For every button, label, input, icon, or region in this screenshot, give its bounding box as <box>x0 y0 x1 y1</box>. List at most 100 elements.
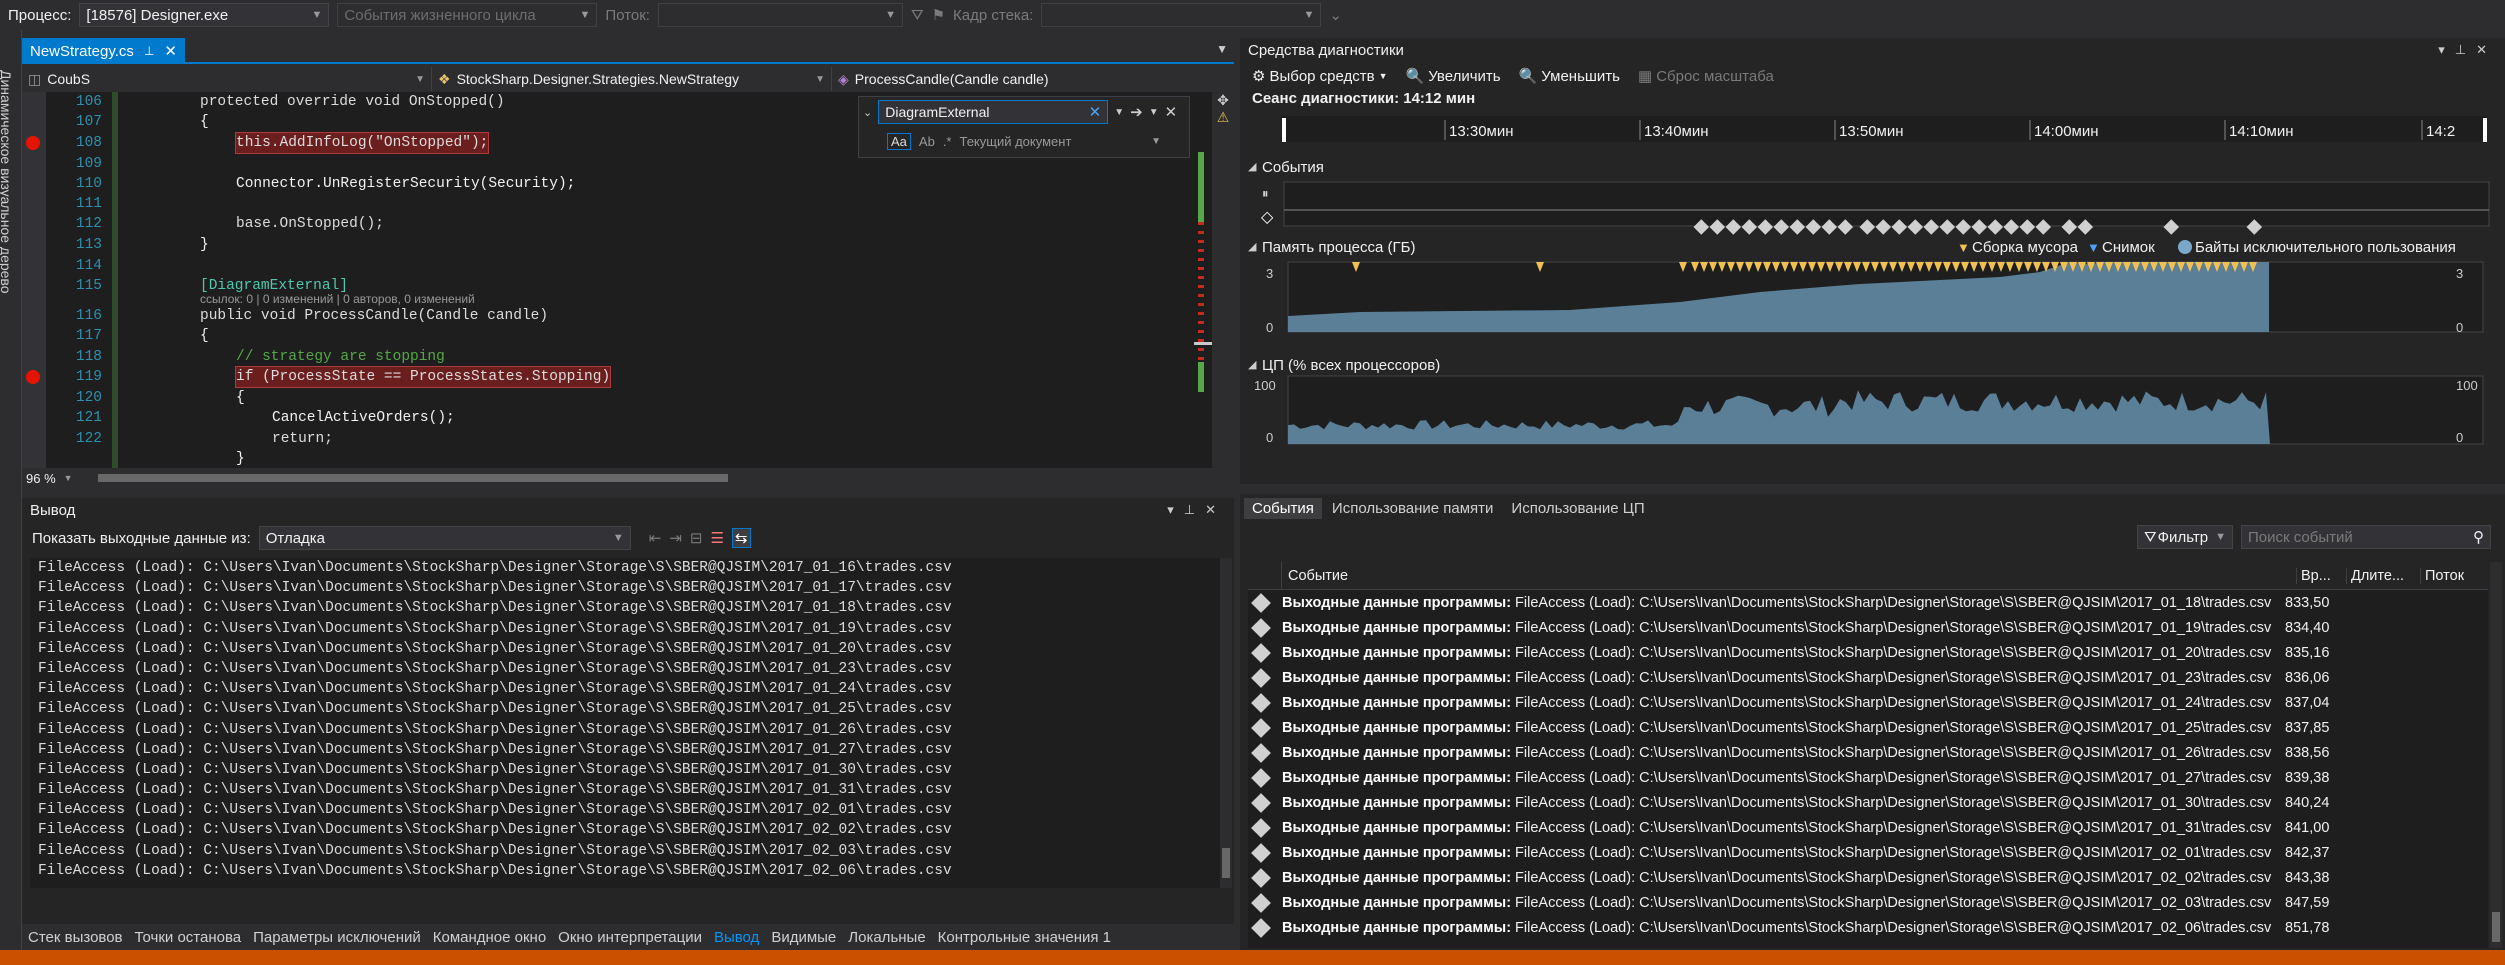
bottom-tab[interactable]: Локальные <box>842 929 931 946</box>
event-row[interactable]: Выходные данные программы: FileAccess (Lo… <box>1248 915 2488 940</box>
warning-icon[interactable]: ⚠ <box>1212 109 1234 126</box>
event-row[interactable]: Выходные данные программы: FileAccess (Lo… <box>1248 790 2488 815</box>
go-to-next-icon[interactable]: ⇥ <box>669 529 682 547</box>
bottom-tab[interactable]: Видимые <box>765 929 842 946</box>
clear-all-icon[interactable]: ☰ <box>710 529 723 547</box>
chevron-down-icon[interactable]: ▼ <box>1151 136 1161 147</box>
panel-window-controls[interactable]: ▾⊥✕ <box>1167 502 1226 518</box>
event-row[interactable]: Выходные данные программы: FileAccess (Lo… <box>1248 840 2488 865</box>
event-row[interactable]: Выходные данные программы: FileAccess (Lo… <box>1248 890 2488 915</box>
code-line[interactable]: 113} <box>22 235 1192 255</box>
select-tools-button[interactable]: ⚙ Выбор средств ▼ <box>1252 67 1388 86</box>
event-row[interactable]: Выходные данные программы: FileAccess (Lo… <box>1248 690 2488 715</box>
col-duration[interactable]: Длите... <box>2346 567 2420 584</box>
code-line[interactable]: 116 public void ProcessCandle(Candle cand… <box>22 306 1192 326</box>
breakpoint-icon[interactable] <box>26 136 40 150</box>
scroll-thumb[interactable] <box>1222 848 1230 878</box>
code-line[interactable]: } <box>22 449 1192 468</box>
whole-word-icon[interactable]: Ab <box>919 134 935 149</box>
panel-window-controls[interactable]: ▾⊥✕ <box>2438 42 2497 58</box>
codelens-info[interactable]: ссылок: 0 | 0 изменений | 0 авторов, 0 и… <box>200 292 475 306</box>
find-in-output-icon[interactable]: ⊟ <box>690 529 703 547</box>
events-tab[interactable]: Использование памяти <box>1324 498 1502 519</box>
toolbar-overflow-icon[interactable]: ⌄ <box>1329 6 1342 24</box>
code-line[interactable]: 115 [DiagramExternal] <box>22 276 1192 296</box>
find-options-icon[interactable]: ▼ <box>1149 107 1159 118</box>
breakpoint-icon[interactable] <box>26 370 40 384</box>
output-text[interactable]: FileAccess (Load): C:\Users\Ivan\Documen… <box>30 558 1220 888</box>
scroll-thumb[interactable] <box>2492 912 2500 942</box>
diagnostic-timeline[interactable]: 13:30мин 13:40мин 13:50мин 14:00мин 14:10мин… <box>1240 112 2505 484</box>
collapse-icon[interactable]: ◢ <box>1248 241 1257 253</box>
code-line[interactable]: 121 CancelActiveOrders(); <box>22 408 1192 428</box>
collapse-icon[interactable]: ◢ <box>1248 161 1257 173</box>
process-combo[interactable]: [18576] Designer.exe ▼ <box>79 3 330 27</box>
document-list-icon[interactable]: ▼ <box>1216 42 1228 56</box>
live-visual-tree-tab[interactable]: Динамическое визуальное дерево <box>0 70 14 294</box>
history-dropdown-icon[interactable]: ▼ <box>1114 107 1124 118</box>
timeline-selection-end[interactable] <box>2483 118 2487 142</box>
bottom-tab[interactable]: Параметры исключений <box>247 929 427 946</box>
find-next-icon[interactable]: ➔ <box>1130 103 1143 121</box>
timeline-selection-start[interactable] <box>1282 118 1286 142</box>
type-dropdown[interactable]: ❖ StockSharp.Designer.Strategies.NewStrat… <box>432 67 832 91</box>
code-line[interactable]: 120 { <box>22 388 1192 408</box>
word-wrap-icon[interactable]: ⇆ <box>731 528 751 548</box>
event-row[interactable]: Выходные данные программы: FileAccess (Lo… <box>1248 740 2488 765</box>
flag-icon[interactable]: ⚑ <box>932 6 945 24</box>
event-row[interactable]: Выходные данные программы: FileAccess (Lo… <box>1248 865 2488 890</box>
zoom-combo[interactable]: 96 % ▼ <box>22 471 92 486</box>
member-dropdown[interactable]: ◈ ProcessCandle(Candle candle) <box>832 67 1232 91</box>
events-scrollbar[interactable] <box>2490 562 2502 948</box>
code-line[interactable]: 117 { <box>22 326 1192 346</box>
go-to-previous-icon[interactable]: ⇤ <box>649 529 662 547</box>
regex-icon[interactable]: .* <box>943 134 952 149</box>
bottom-tab[interactable]: Вывод <box>708 929 765 946</box>
col-event[interactable]: Событие <box>1282 568 2296 584</box>
bottom-tab[interactable]: Контрольные значения 1 <box>932 929 1117 946</box>
pin-icon[interactable]: ✥ <box>1212 92 1234 109</box>
thread-combo[interactable]: ▼ <box>657 3 903 27</box>
event-row[interactable]: Выходные данные программы: FileAccess (Lo… <box>1248 640 2488 665</box>
close-icon[interactable]: ✕ <box>1165 103 1178 121</box>
events-tab[interactable]: Использование ЦП <box>1503 498 1652 519</box>
output-source-combo[interactable]: Отладка ▼ <box>258 526 631 550</box>
event-row[interactable]: Выходные данные программы: FileAccess (Lo… <box>1248 615 2488 640</box>
search-events-input[interactable]: Поиск событий ⚲ <box>2241 525 2491 549</box>
pin-icon[interactable]: ⊥ <box>144 44 154 58</box>
find-input[interactable]: DiagramExternal ✕ <box>878 100 1109 124</box>
bottom-tab[interactable]: Точки останова <box>129 929 248 946</box>
events-track[interactable] <box>1283 181 2490 227</box>
close-icon[interactable]: ✕ <box>164 42 177 60</box>
events-tab[interactable]: События <box>1244 497 1322 519</box>
find-scope[interactable]: Текущий документ <box>959 134 1071 149</box>
event-row[interactable]: Выходные данные программы: FileAccess (Lo… <box>1248 715 2488 740</box>
bottom-tab[interactable]: Стек вызовов <box>22 929 129 946</box>
zoom-in-button[interactable]: 🔍 Увеличить <box>1406 67 1501 86</box>
code-line[interactable]: 112 base.OnStopped(); <box>22 214 1192 234</box>
zoom-out-button[interactable]: 🔍 Уменьшить <box>1519 67 1620 86</box>
bottom-tab[interactable]: Командное окно <box>427 929 552 946</box>
horizontal-scrollbar-thumb[interactable] <box>98 474 728 482</box>
tab-newstrategy[interactable]: NewStrategy.cs ⊥ ✕ <box>22 38 185 64</box>
lifecycle-events-combo[interactable]: События жизненного цикла ▼ <box>337 3 598 27</box>
match-case-icon[interactable]: Aa <box>887 132 911 150</box>
expand-replace-icon[interactable]: ⌄ <box>863 106 872 119</box>
reset-zoom-button[interactable]: ▦ Сброс масштаба <box>1638 67 1774 86</box>
collapse-icon[interactable]: ◢ <box>1248 359 1257 371</box>
project-dropdown[interactable]: ◫ CoubS ▼ <box>22 67 432 91</box>
event-row[interactable]: Выходные данные программы: FileAccess (Lo… <box>1248 815 2488 840</box>
code-line[interactable]: 118 // strategy are stopping <box>22 347 1192 367</box>
code-line[interactable]: 122 return; <box>22 429 1192 449</box>
vertical-scrollbar[interactable] <box>1194 92 1212 468</box>
filter-button[interactable]: ⛛ Фильтр ▼ <box>2137 525 2233 549</box>
event-row[interactable]: Выходные данные программы: FileAccess (Lo… <box>1248 765 2488 790</box>
event-row[interactable]: Выходные данные программы: FileAccess (Lo… <box>1248 590 2488 615</box>
event-row[interactable]: Выходные данные программы: FileAccess (Lo… <box>1248 665 2488 690</box>
code-line[interactable]: 110 Connector.UnRegisterSecurity(Security… <box>22 174 1192 194</box>
col-thread[interactable]: Поток <box>2420 567 2480 584</box>
code-line[interactable]: 111 <box>22 194 1192 214</box>
col-time[interactable]: Вр... <box>2296 567 2346 584</box>
code-line[interactable]: 119 if (ProcessState == ProcessStates.Sto… <box>22 366 1192 388</box>
stackframe-combo[interactable]: ▼ <box>1041 3 1322 27</box>
